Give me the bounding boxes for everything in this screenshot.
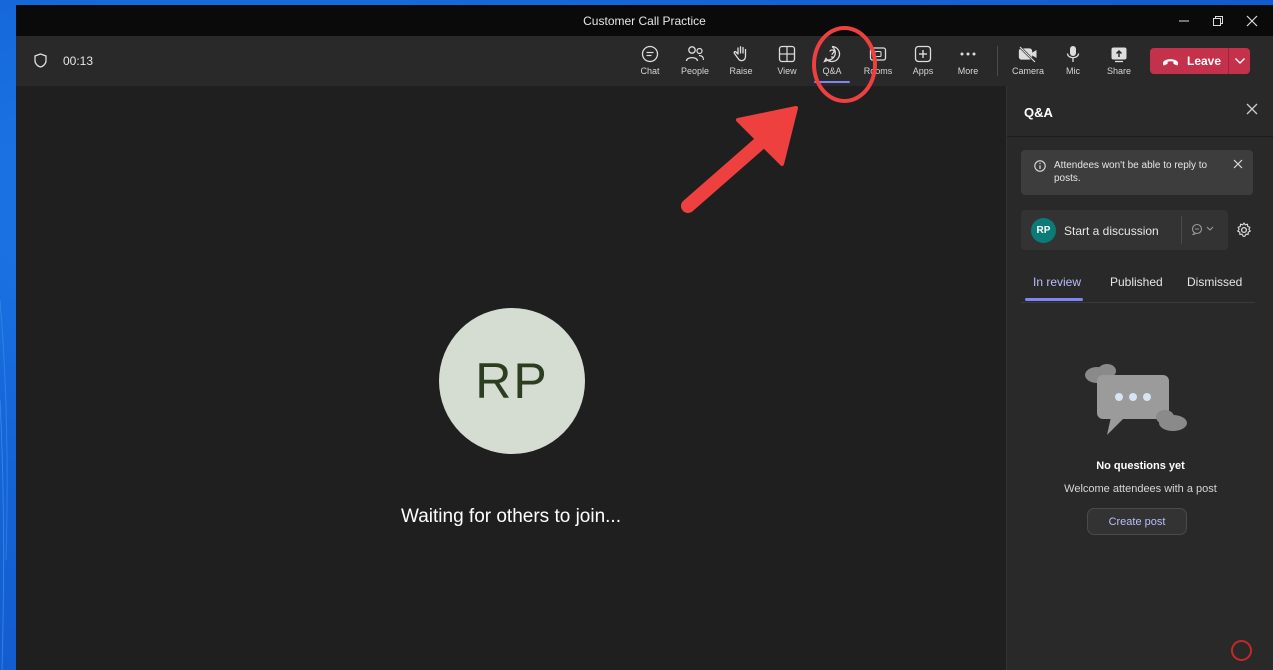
empty-chat-bubble-icon <box>1085 364 1187 435</box>
user-avatar: RP <box>1031 218 1056 243</box>
leave-label: Leave <box>1187 54 1222 68</box>
camera-button[interactable]: Camera <box>1006 41 1050 83</box>
empty-subtitle: Welcome attendees with a post <box>1064 483 1217 495</box>
settings-gear-icon[interactable] <box>1236 222 1252 238</box>
meeting-stage: RP Waiting for others to join... <box>16 86 1006 670</box>
leave-button[interactable]: Leave <box>1150 54 1228 68</box>
restore-icon <box>1213 15 1223 26</box>
view-button[interactable]: View <box>765 41 809 83</box>
window-controls <box>1169 5 1267 36</box>
raise-hand-icon <box>733 46 747 62</box>
view-grid-icon <box>778 45 796 63</box>
waiting-message: Waiting for others to join... <box>400 506 621 527</box>
create-post-button[interactable]: Create post <box>1087 508 1187 535</box>
mic-button[interactable]: Mic <box>1051 41 1095 83</box>
leave-options-button[interactable] <box>1229 57 1250 65</box>
discussion-type-icon <box>1191 223 1203 235</box>
view-label: View <box>777 66 797 76</box>
leave-button-group: Leave <box>1150 48 1250 74</box>
close-icon <box>1246 15 1258 26</box>
info-icon <box>1034 160 1046 172</box>
teams-meeting-window: Customer Call Practice 00:13 Chat People <box>16 5 1273 670</box>
annotation-circle <box>812 26 877 103</box>
empty-title: No questions yet <box>1096 460 1185 472</box>
recording-ring-icon <box>1231 640 1252 661</box>
raise-hand-button[interactable]: Raise <box>719 41 763 83</box>
info-banner: Attendees won't be able to reply to post… <box>1021 150 1253 195</box>
apps-icon <box>914 45 932 63</box>
panel-header: Q&A <box>1007 86 1273 137</box>
minimize-button[interactable] <box>1169 7 1199 35</box>
chat-icon <box>641 45 659 63</box>
tab-published[interactable]: Published <box>1110 275 1163 289</box>
dismiss-banner-icon[interactable] <box>1233 159 1243 169</box>
people-label: People <box>680 66 710 76</box>
start-discussion-input[interactable]: RP Start a discussion <box>1021 210 1228 250</box>
raise-label: Raise <box>729 66 753 76</box>
panel-title: Q&A <box>1024 105 1053 120</box>
discussion-placeholder: Start a discussion <box>1064 224 1159 238</box>
phone-hangup-icon <box>1163 58 1178 65</box>
window-title: Customer Call Practice <box>583 13 706 28</box>
annotation-arrow-icon <box>681 106 798 213</box>
meeting-toolbar: 00:13 Chat People Raise View Q&A Rooms A… <box>16 36 1273 86</box>
minimize-icon <box>1179 20 1189 21</box>
share-icon <box>1111 47 1127 63</box>
more-icon <box>960 52 976 56</box>
more-label: More <box>957 66 979 76</box>
share-button[interactable]: Share <box>1097 41 1141 83</box>
active-tab-indicator <box>1025 298 1083 301</box>
title-bar: Customer Call Practice <box>16 5 1273 36</box>
mic-label: Mic <box>1066 66 1080 76</box>
close-panel-icon[interactable] <box>1246 103 1258 115</box>
chevron-down-icon <box>1206 226 1214 231</box>
meeting-timer: 00:13 <box>63 54 94 68</box>
mic-icon <box>1066 46 1080 62</box>
compose-divider <box>1181 216 1182 244</box>
chevron-down-icon <box>1234 58 1245 64</box>
banner-text: Attendees won't be able to reply to post… <box>1054 160 1208 184</box>
camera-label: Camera <box>1011 66 1044 76</box>
camera-off-icon <box>1018 46 1037 63</box>
people-button[interactable]: People <box>673 41 717 83</box>
participant-avatar: RP <box>439 308 585 454</box>
chat-button[interactable]: Chat <box>628 41 672 83</box>
qa-panel: Q&A Attendees won't be able to reply to … <box>1006 86 1273 670</box>
people-icon <box>685 46 705 62</box>
more-button[interactable]: More <box>946 41 990 83</box>
apps-label: Apps <box>912 66 934 76</box>
apps-button[interactable]: Apps <box>901 41 945 83</box>
chat-label: Chat <box>640 66 660 76</box>
tab-in-review[interactable]: In review <box>1033 275 1081 289</box>
shield-icon[interactable] <box>34 53 47 68</box>
toolbar-separator <box>997 46 998 76</box>
post-type-dropdown[interactable] <box>1191 223 1214 235</box>
qa-tabs: In review Published Dismissed <box>1021 262 1255 303</box>
tab-dismissed[interactable]: Dismissed <box>1187 275 1242 289</box>
restore-button[interactable] <box>1203 7 1233 35</box>
close-window-button[interactable] <box>1237 7 1267 35</box>
share-label: Share <box>1106 66 1132 76</box>
